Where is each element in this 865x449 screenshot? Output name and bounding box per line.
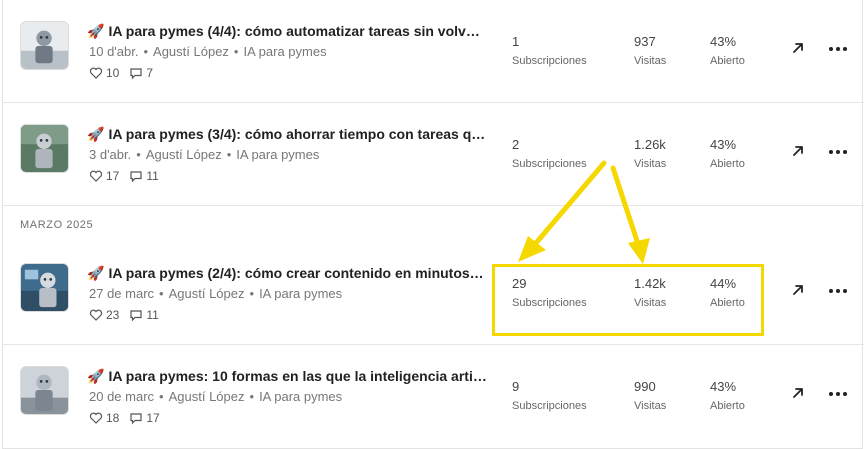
post-author: Agustí López [168, 389, 245, 404]
stat-subscriptions: 2 Subscripciones [512, 137, 587, 170]
stat-open-rate: 43% Abierto [710, 379, 745, 412]
stat-views: 1.26k Visitas [634, 137, 667, 170]
post-date: 27 de marc [89, 286, 155, 301]
section-header: MARZO 2025 [3, 207, 864, 242]
post-thumbnail [20, 366, 69, 415]
stat-subscriptions: 9 Subscripciones [512, 379, 587, 412]
like-count: 23 [106, 308, 120, 322]
comment-count: 7 [146, 66, 154, 80]
post-publication: IA para pymes [236, 147, 320, 162]
more-options-icon[interactable] [828, 46, 848, 52]
post-meta: 27 de marc • Agustí López • IA para pymes [89, 286, 343, 301]
post-engagement: 23 11 [89, 308, 169, 322]
post-title[interactable]: 🚀 IA para pymes (2/4): cómo crear conteni… [87, 265, 487, 282]
post-engagement: 18 17 [89, 411, 170, 425]
stat-subscriptions: 1 Subscripciones [512, 34, 587, 67]
post-meta: 3 d'abr. • Agustí López • IA para pymes [89, 147, 320, 162]
open-external-icon[interactable] [790, 385, 806, 401]
rocket-icon: 🚀 [87, 368, 105, 384]
stat-open-rate: 44% Abierto [710, 276, 745, 309]
post-list: 🚀 IA para pymes (4/4): cómo automatizar t… [2, 0, 864, 449]
more-options-icon[interactable] [828, 149, 848, 155]
post-author: Agustí López [168, 286, 245, 301]
post-row[interactable]: 🚀 IA para pymes (3/4): cómo ahorrar tiemp… [3, 103, 864, 206]
like-count: 17 [106, 169, 120, 183]
comment-count: 11 [146, 169, 159, 183]
post-title[interactable]: 🚀 IA para pymes (3/4): cómo ahorrar tiemp… [87, 126, 487, 143]
post-meta: 10 d'abr. • Agustí López • IA para pymes [89, 44, 327, 59]
post-thumbnail [20, 263, 69, 312]
stat-views: 937 Visitas [634, 34, 667, 67]
post-title[interactable]: 🚀 IA para pymes (4/4): cómo automatizar t… [87, 23, 487, 40]
post-publication: IA para pymes [259, 286, 343, 301]
rocket-icon: 🚀 [87, 265, 105, 281]
post-date: 20 de marc [89, 389, 155, 404]
comment-count: 11 [146, 308, 159, 322]
post-thumbnail [20, 21, 69, 70]
heart-icon [89, 308, 103, 322]
rocket-icon: 🚀 [87, 23, 105, 39]
comment-icon [129, 169, 143, 183]
heart-icon [89, 169, 103, 183]
post-author: Agustí López [153, 44, 229, 59]
heart-icon [89, 411, 103, 425]
post-publication: IA para pymes [243, 44, 327, 59]
comment-icon [129, 66, 143, 80]
open-external-icon[interactable] [790, 40, 806, 56]
post-meta: 20 de marc • Agustí López • IA para pymes [89, 389, 343, 404]
stat-views: 990 Visitas [634, 379, 667, 412]
post-author: Agustí López [145, 147, 222, 162]
comment-count: 17 [146, 411, 160, 425]
more-options-icon[interactable] [828, 288, 848, 294]
open-external-icon[interactable] [790, 282, 806, 298]
section-label: MARZO 2025 [20, 219, 94, 231]
like-count: 18 [106, 411, 120, 425]
like-count: 10 [106, 66, 120, 80]
stat-open-rate: 43% Abierto [710, 34, 745, 67]
post-title[interactable]: 🚀 IA para pymes: 10 formas en las que la … [87, 368, 487, 385]
post-date: 3 d'abr. [89, 147, 132, 162]
open-external-icon[interactable] [790, 143, 806, 159]
comment-icon [129, 411, 143, 425]
stat-open-rate: 43% Abierto [710, 137, 745, 170]
post-engagement: 17 11 [89, 169, 169, 183]
rocket-icon: 🚀 [87, 126, 105, 142]
stat-views: 1.42k Visitas [634, 276, 667, 309]
more-options-icon[interactable] [828, 391, 848, 397]
post-thumbnail [20, 124, 69, 173]
stat-subscriptions: 29 Subscripciones [512, 276, 587, 309]
post-row[interactable]: 🚀 IA para pymes (4/4): cómo automatizar t… [3, 0, 864, 103]
post-row[interactable]: 🚀 IA para pymes: 10 formas en las que la … [3, 345, 864, 448]
heart-icon [89, 66, 103, 80]
post-row[interactable]: 🚀 IA para pymes (2/4): cómo crear conteni… [3, 242, 864, 345]
comment-icon [129, 308, 143, 322]
post-engagement: 10 7 [89, 66, 163, 80]
post-date: 10 d'abr. [89, 44, 139, 59]
post-publication: IA para pymes [259, 389, 343, 404]
